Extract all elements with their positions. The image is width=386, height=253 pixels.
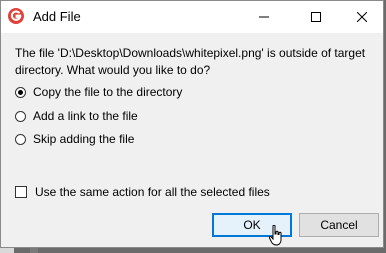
app-logo-icon	[8, 8, 24, 24]
same-action-checkbox-row[interactable]: Use the same action for all the selected…	[15, 185, 270, 199]
dialog-content: The file 'D:\Desktop\Downloads\whitepixe…	[1, 33, 383, 203]
radio-button-selected[interactable]	[15, 86, 26, 98]
option-add-link[interactable]: Add a link to the file	[15, 109, 138, 123]
button-bar: OK Cancel	[1, 203, 383, 247]
cancel-button[interactable]: Cancel	[299, 213, 379, 237]
mouse-pointer-icon	[269, 225, 282, 246]
dialog-message: The file 'D:\Desktop\Downloads\whitepixe…	[15, 46, 366, 77]
option-skip-file[interactable]: Skip adding the file	[15, 132, 134, 146]
option-label: Skip adding the file	[33, 132, 135, 146]
maximize-button[interactable]	[293, 1, 339, 32]
radio-button[interactable]	[15, 110, 26, 122]
title-bar: Add File	[1, 1, 383, 33]
same-action-checkbox[interactable]	[15, 186, 27, 198]
maximize-icon	[311, 11, 321, 22]
option-label: Add a link to the file	[33, 109, 138, 123]
dialog-title: Add File	[33, 9, 81, 24]
close-icon	[357, 11, 367, 22]
radio-button[interactable]	[15, 133, 26, 145]
same-action-label: Use the same action for all the selected…	[35, 185, 270, 199]
close-button[interactable]	[339, 1, 385, 32]
option-label: Copy the file to the directory	[33, 85, 183, 99]
option-copy-file[interactable]: Copy the file to the directory	[15, 85, 182, 99]
minimize-button[interactable]	[241, 1, 287, 32]
minimize-icon	[259, 16, 269, 17]
add-file-dialog: Add File The file 'D:\Desktop\Downloads\…	[0, 0, 384, 248]
